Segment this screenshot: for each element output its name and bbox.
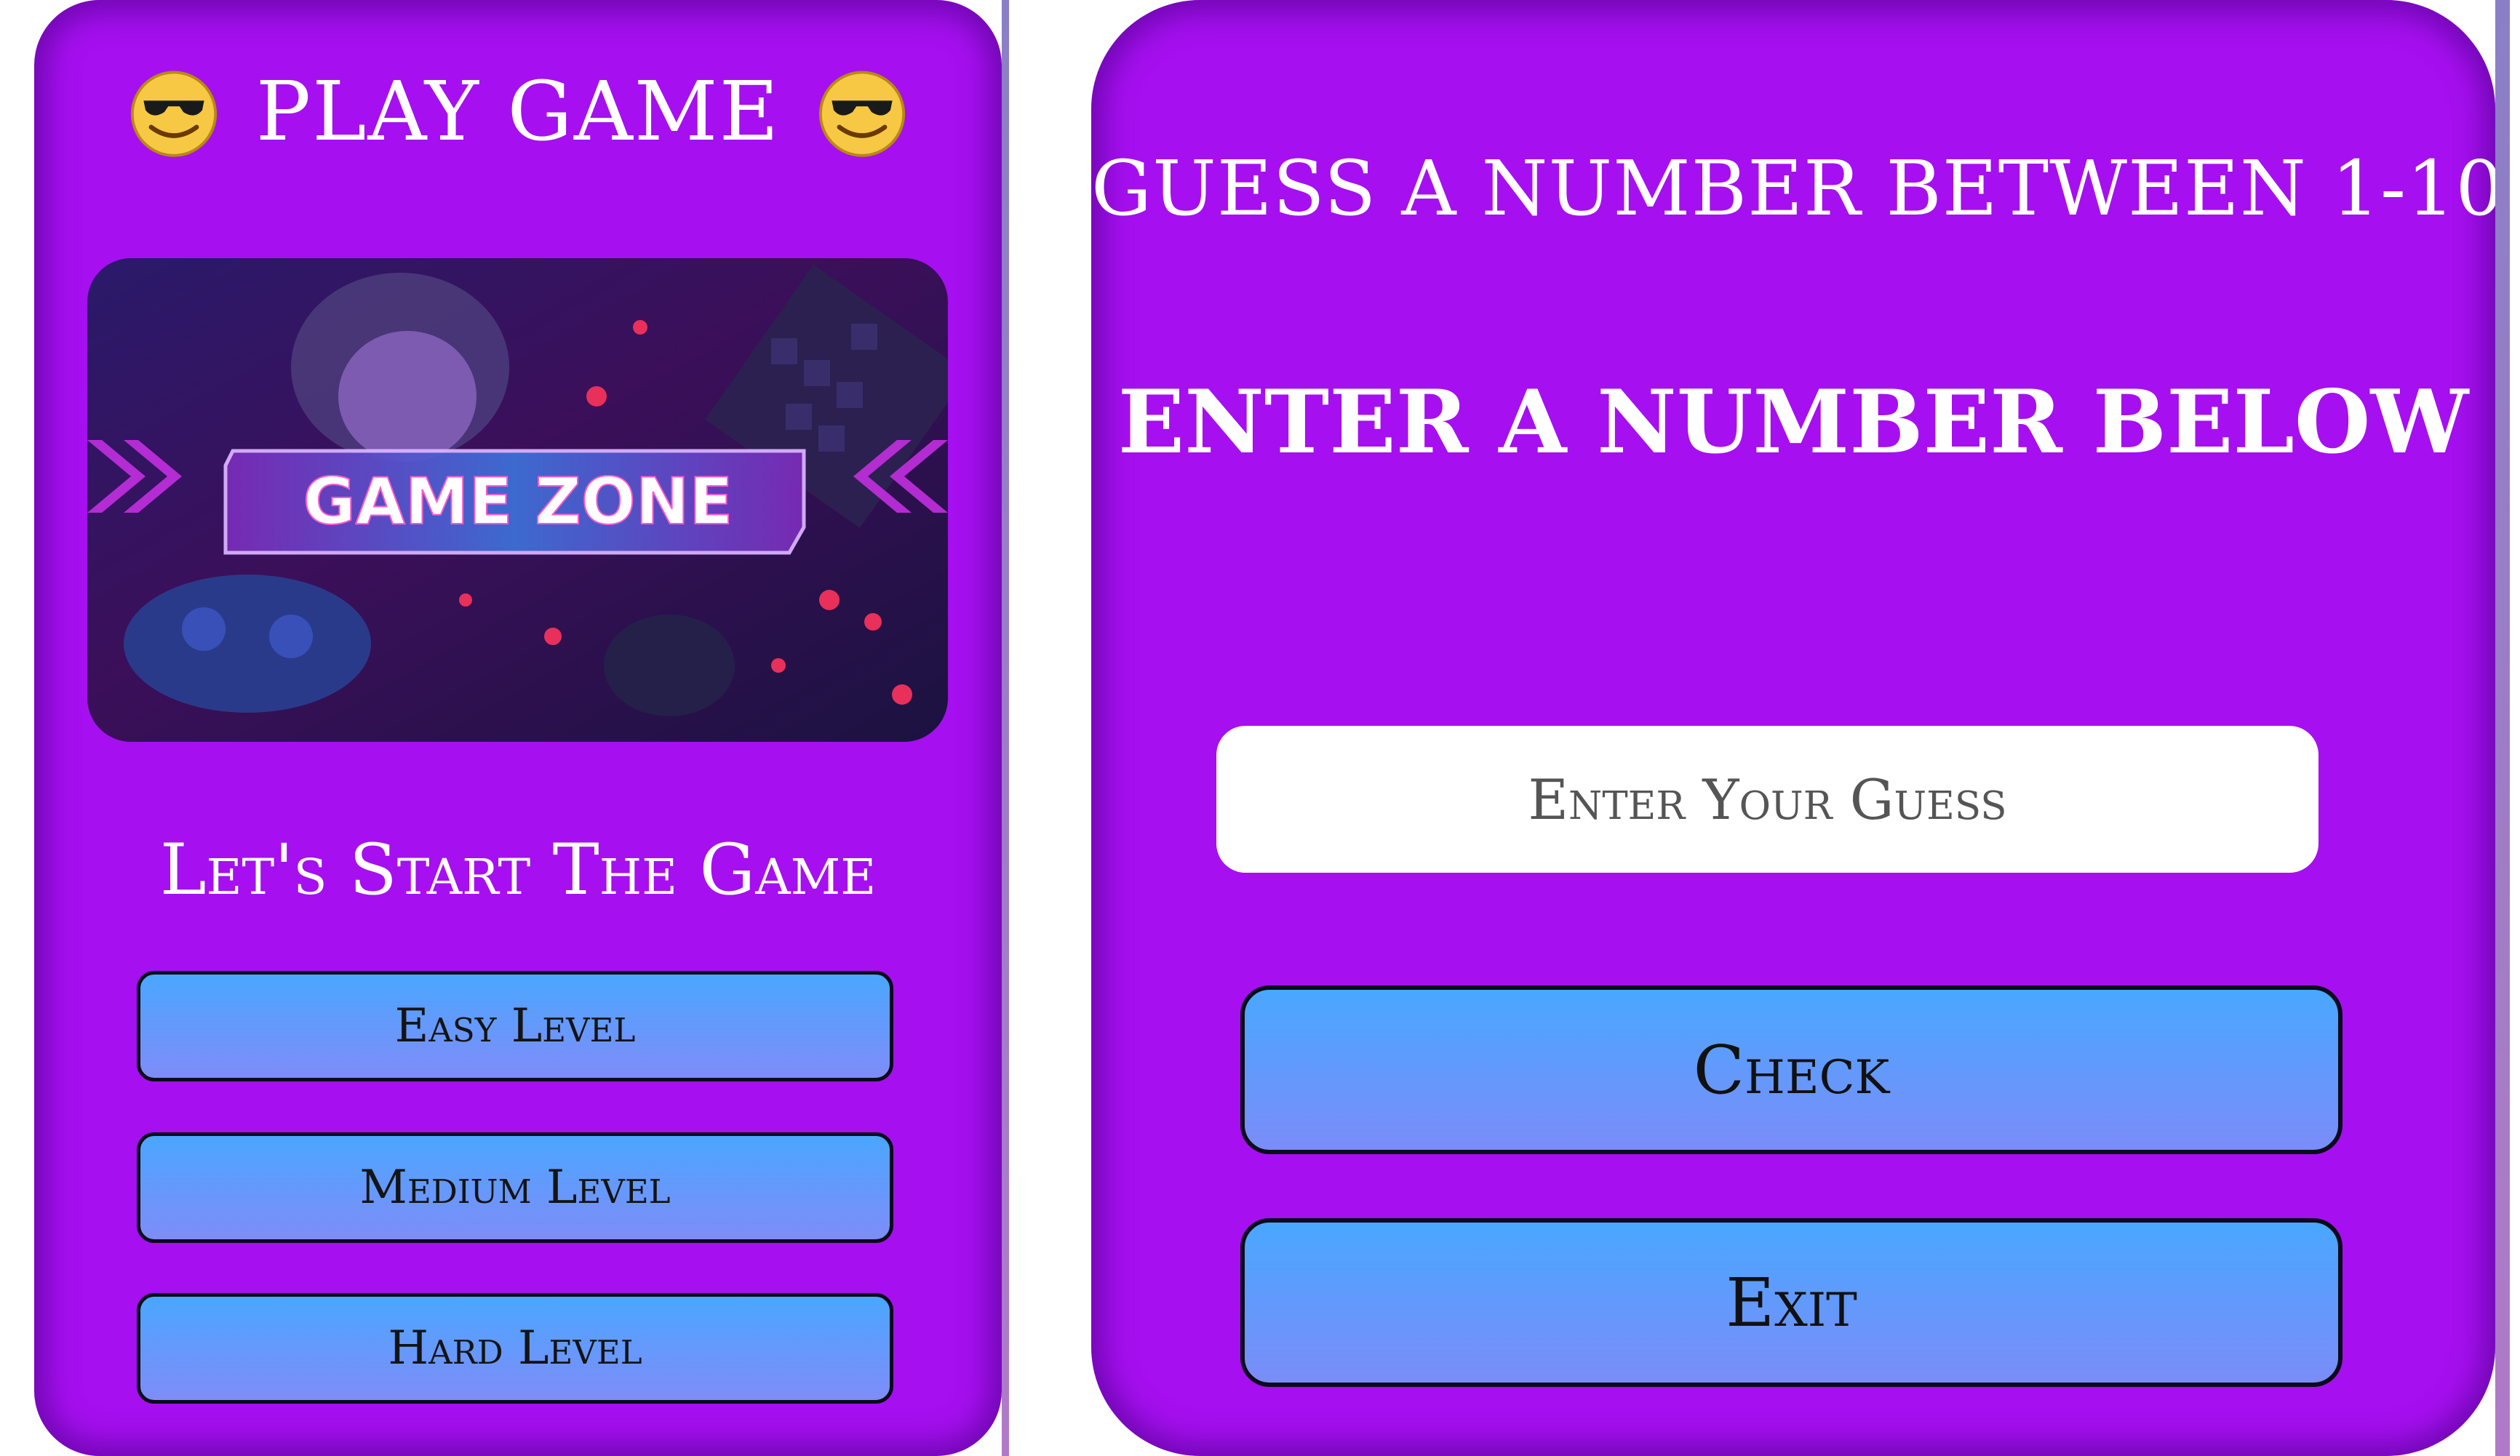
exit-button[interactable]: Exit	[1240, 1218, 2342, 1387]
guess-number-card: GUESS A NUMBER BETWEEN 1-10 ENTER A NUMB…	[1091, 0, 2495, 1456]
guess-range-title: GUESS A NUMBER BETWEEN 1-10	[1091, 144, 2495, 233]
left-frame-edge	[1002, 0, 1009, 1456]
game-menu-card: PLAY GAME GAME ZONE Let's Start The Game…	[34, 0, 1002, 1456]
medium-level-button[interactable]: Medium Level	[137, 1132, 893, 1243]
guess-input[interactable]	[1216, 726, 2318, 873]
enter-number-subtitle: ENTER A NUMBER BELOW	[1117, 371, 2469, 473]
play-game-title-text: PLAY GAME	[255, 65, 781, 159]
start-game-heading: Let's Start The Game	[159, 829, 877, 911]
sunglasses-face-icon	[818, 71, 905, 157]
right-frame-edge	[2495, 0, 2510, 1456]
game-zone-banner-text: GAME ZONE	[303, 464, 733, 539]
easy-level-button[interactable]: Easy Level	[137, 971, 893, 1081]
check-button[interactable]: Check	[1240, 985, 2342, 1154]
play-game-title: PLAY GAME	[34, 58, 1002, 159]
hard-level-button[interactable]: Hard Level	[137, 1293, 893, 1404]
game-zone-banner-image: GAME ZONE	[87, 258, 948, 742]
sunglasses-face-icon	[131, 71, 218, 157]
